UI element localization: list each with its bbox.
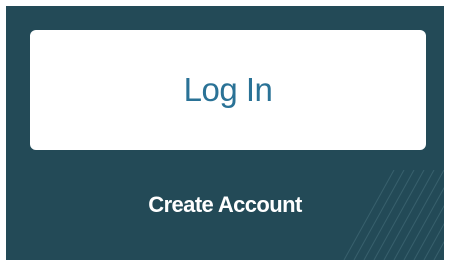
login-button-label: Log In bbox=[183, 71, 273, 108]
login-button[interactable]: Log In bbox=[30, 30, 426, 150]
auth-panel: Log In Create Account bbox=[6, 6, 444, 260]
create-account-link[interactable]: Create Account bbox=[6, 192, 444, 218]
